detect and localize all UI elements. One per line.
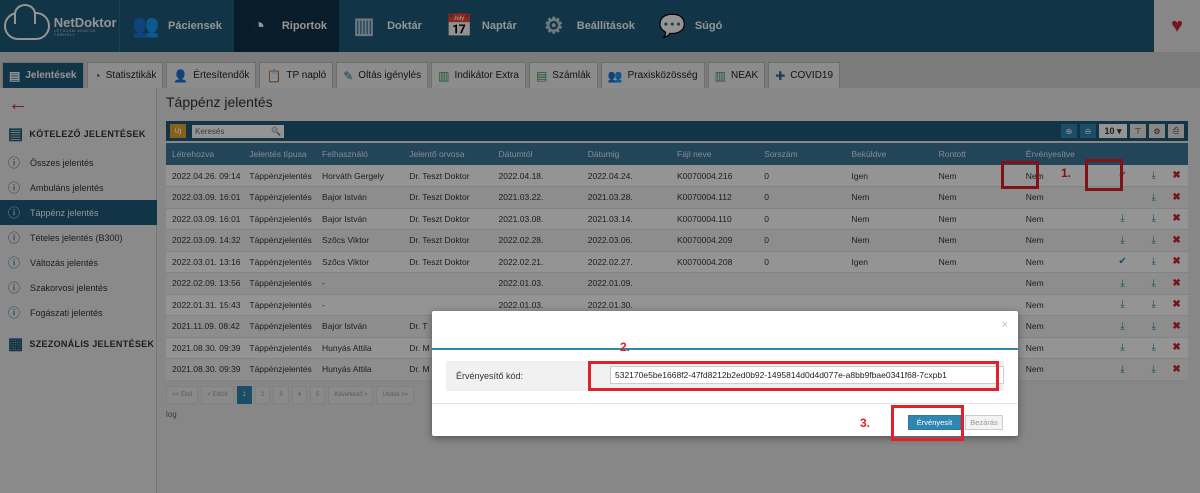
- modal-form-row: Érvényesítő kód:: [446, 361, 1004, 391]
- validation-code-label: Érvényesítő kód:: [456, 371, 524, 381]
- validation-modal: × Érvényesítő kód: Érvényesít Bezárás: [432, 311, 1018, 436]
- close-button[interactable]: Bezárás: [965, 415, 1003, 430]
- close-icon[interactable]: ×: [1002, 319, 1008, 331]
- validate-button[interactable]: Érvényesít: [908, 415, 961, 430]
- annotation-step-2: 2.: [620, 340, 631, 354]
- validation-code-input[interactable]: [610, 366, 1004, 384]
- annotation-step-3: 3.: [860, 416, 871, 430]
- modal-footer: Érvényesít Bezárás: [432, 403, 1018, 436]
